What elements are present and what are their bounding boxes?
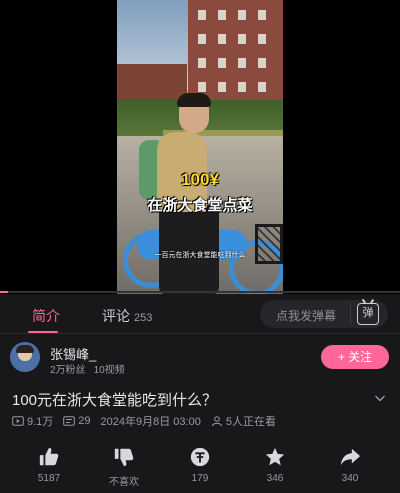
tab-comments-count: 253 [134,312,153,324]
action-bar: 5187 不喜欢 179 346 340 [0,440,400,493]
dislike-label: 不喜欢 [109,477,139,488]
dislike-button[interactable]: 不喜欢 [94,446,154,488]
like-count: 5187 [37,473,61,484]
follow-button[interactable]: + 关注 [321,345,389,369]
video-player[interactable]: 100¥ 在浙大食堂点菜 一百元在浙大食堂能吃到什么 [0,0,400,294]
follower-count: 2万粉丝 [50,365,86,376]
like-button[interactable]: 5187 [19,446,79,484]
uploader-stats: 2万粉丝 10视频 [50,361,125,376]
share-icon [340,448,361,466]
coin-icon [190,447,210,467]
danmaku-placeholder: 点我发弹幕 [276,309,337,323]
chevron-down-icon[interactable] [374,392,386,404]
coin-count: 179 [191,473,209,484]
coin-button[interactable]: 179 [170,446,230,484]
rider-hair [177,93,211,107]
caption-subtitle: 一百元在浙大食堂能吃到什么 [154,252,246,259]
divider [350,303,351,325]
favorite-button[interactable]: 346 [245,446,305,484]
tab-intro[interactable]: 简介 [32,306,60,326]
danmaku-toggle-button[interactable]: 弹 [357,298,379,325]
video-frame[interactable]: 100¥ 在浙大食堂点菜 一百元在浙大食堂能吃到什么 [117,0,283,294]
avatar[interactable] [10,342,40,372]
caption-price: 100¥ [181,170,219,189]
thumbs-down-icon [114,448,134,467]
video-progress-bar[interactable] [0,291,400,293]
caption-main: 在浙大食堂点菜 [147,197,253,214]
publish-datetime: 2024年9月8日 03:00 [100,416,201,428]
tab-active-indicator [28,331,58,333]
video-count: 10视频 [93,365,125,376]
favorite-count: 346 [266,473,284,484]
share-count: 340 [341,473,359,484]
thumbs-up-icon [39,447,59,466]
tab-comments[interactable]: 评论 253 [102,306,152,326]
video-meta: 9.1万 29 2024年9月8日 03:00 5人正在看 [12,414,276,428]
tab-comments-label: 评论 [102,308,130,324]
star-icon [265,447,285,466]
danmaku-toggle-label: 弹 [362,307,374,319]
danmaku-count-icon [63,416,76,426]
danmaku-count: 29 [78,415,91,427]
play-count: 9.1万 [27,416,54,428]
watching-now: 5人正在看 [225,416,276,428]
viewers-icon [211,416,222,427]
share-button[interactable]: 340 [320,446,380,484]
video-progress-fill [0,291,8,293]
play-count-icon [12,416,24,426]
video-title: 100元在浙大食堂能吃到什么？ [12,392,218,409]
